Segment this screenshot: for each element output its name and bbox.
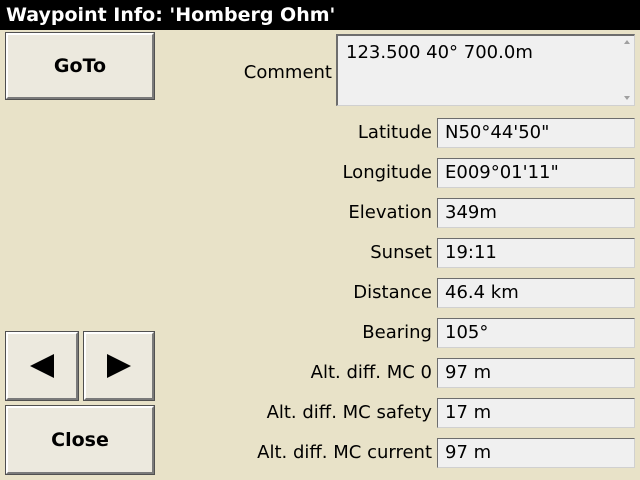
sunset-field[interactable]: 19:11 (437, 238, 635, 268)
arrow-left-icon (30, 354, 54, 378)
comment-field[interactable]: 123.500 40° 700.0m (336, 34, 635, 106)
bearing-field[interactable]: 105° (437, 318, 635, 348)
next-waypoint-button[interactable] (83, 331, 155, 401)
longitude-field[interactable]: E009°01'11" (437, 158, 635, 188)
scroll-up-icon[interactable] (624, 40, 630, 44)
goto-button[interactable]: GoTo (5, 32, 155, 100)
comment-value: 123.500 40° 700.0m (346, 42, 533, 63)
window-title: Waypoint Info: 'Homberg Ohm' (0, 0, 640, 30)
sunset-label: Sunset (370, 242, 432, 263)
alt-diff-mc-current-label: Alt. diff. MC current (257, 442, 432, 463)
alt-diff-mc-current-field[interactable]: 97 m (437, 438, 635, 468)
scroll-down-icon[interactable] (624, 96, 630, 100)
elevation-field[interactable]: 349m (437, 198, 635, 228)
alt-diff-mc-safety-field[interactable]: 17 m (437, 398, 635, 428)
bearing-label: Bearing (362, 322, 432, 343)
alt-diff-mc0-field[interactable]: 97 m (437, 358, 635, 388)
arrow-right-icon (107, 354, 131, 378)
alt-diff-mc0-label: Alt. diff. MC 0 (310, 362, 432, 383)
goto-button-label: GoTo (53, 55, 107, 77)
elevation-label: Elevation (348, 202, 432, 223)
comment-label: Comment (243, 62, 332, 83)
close-button[interactable]: Close (5, 405, 155, 475)
longitude-label: Longitude (342, 162, 432, 183)
alt-diff-mc-safety-label: Alt. diff. MC safety (266, 402, 432, 423)
distance-field[interactable]: 46.4 km (437, 278, 635, 308)
previous-waypoint-button[interactable] (5, 331, 79, 401)
close-button-label: Close (51, 429, 109, 451)
distance-label: Distance (353, 282, 432, 303)
latitude-label: Latitude (357, 122, 432, 143)
latitude-field[interactable]: N50°44'50" (437, 118, 635, 148)
